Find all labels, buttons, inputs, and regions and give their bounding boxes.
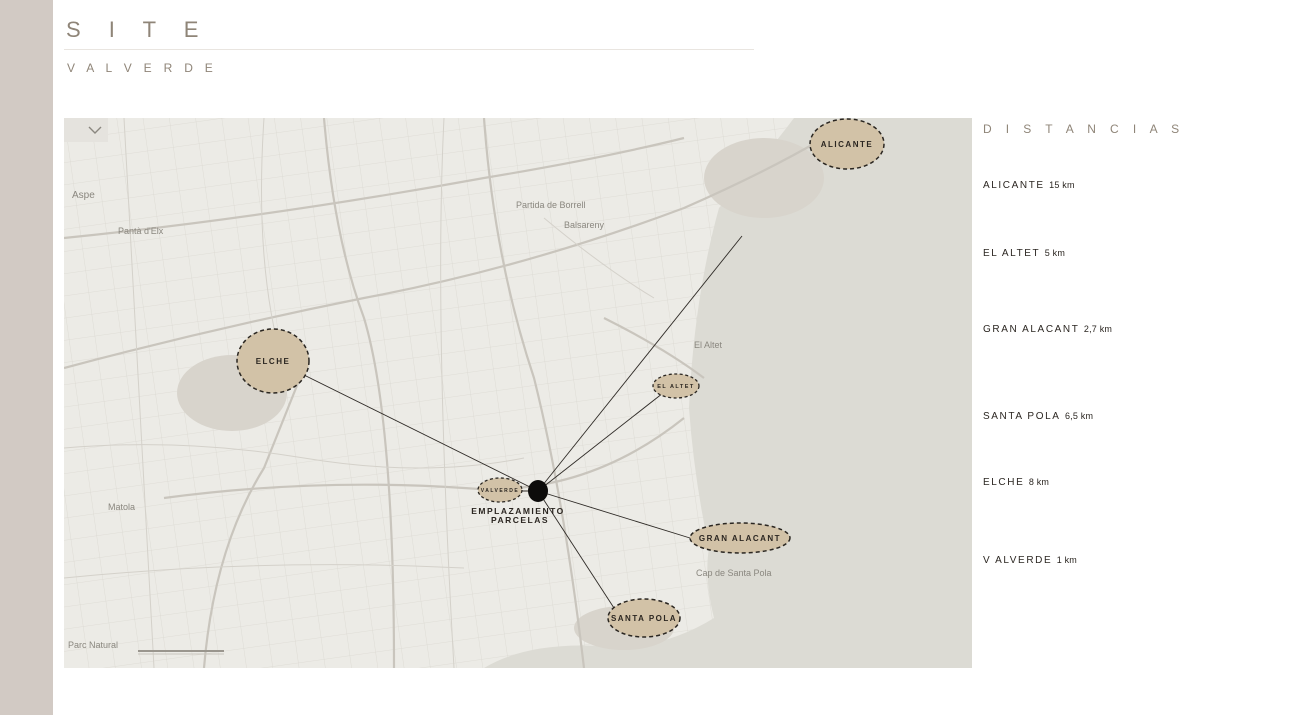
bubble-label-el-altet: EL ALTET: [657, 384, 695, 390]
place-label-cap-santa-pola: Cap de Santa Pola: [696, 568, 772, 578]
bubble-santa-pola[interactable]: SANTA POLA: [607, 598, 681, 638]
place-label-borrell: Partida de Borrell: [516, 200, 586, 210]
page-subtitle: V A L V E R D E: [67, 61, 218, 75]
distance-value: 15 km: [1049, 180, 1075, 190]
distances-panel: D I S T A N C I A S ALICANTE 15 km EL AL…: [983, 118, 1283, 618]
bubble-el-altet[interactable]: EL ALTET: [652, 373, 700, 399]
place-label-el-altet: El Altet: [694, 340, 723, 350]
distance-value: 2,7 km: [1083, 324, 1113, 334]
distance-value: 8 km: [1028, 477, 1050, 487]
distance-name: ALICANTE: [983, 180, 1045, 191]
distance-name: EL ALTET: [983, 248, 1041, 259]
bubble-alicante[interactable]: ALICANTE: [809, 118, 885, 170]
bubble-label-valverde: VALVERDE: [481, 488, 519, 494]
place-label-panta: Pantà d'Elx: [118, 226, 164, 236]
distances-title: D I S T A N C I A S: [983, 122, 1185, 136]
bubble-elche[interactable]: ELCHE: [236, 328, 310, 394]
distance-row-santa-pola: SANTA POLA 6,5 km: [983, 406, 1093, 424]
distance-value: 1 km: [1056, 555, 1078, 565]
bubble-gran-alacant[interactable]: GRAN ALACANT: [689, 522, 791, 554]
bubble-valverde[interactable]: VALVERDE: [477, 477, 523, 503]
bubble-label-santa-pola: SANTA POLA: [611, 614, 677, 623]
distance-row-valverde: V ALVERDE 1 km: [983, 550, 1077, 568]
site-marker[interactable]: [528, 480, 548, 502]
distance-value: 5 km: [1044, 248, 1066, 258]
bubble-label-alicante: ALICANTE: [821, 140, 873, 149]
distance-name: ELCHE: [983, 477, 1025, 488]
bubble-label-elche: ELCHE: [256, 357, 291, 366]
distance-row-el-altet: EL ALTET 5 km: [983, 243, 1065, 261]
bubble-label-gran-alacant: GRAN ALACANT: [699, 534, 781, 543]
title-divider: [64, 49, 754, 50]
distance-name: V ALVERDE: [983, 555, 1053, 566]
map-canvas: Aspe Pantà d'Elx Partida de Borrell Bals…: [64, 118, 972, 668]
place-label-parc-natural: Parc Natural: [68, 640, 118, 650]
alicante-urban-area: [704, 138, 824, 218]
site-map[interactable]: Aspe Pantà d'Elx Partida de Borrell Bals…: [64, 118, 972, 668]
distance-row-gran-alacant: GRAN ALACANT 2,7 km: [983, 319, 1112, 337]
site-label-line2: PARCELAS: [491, 515, 549, 525]
map-collapse-button[interactable]: [64, 118, 108, 142]
distance-row-elche: ELCHE 8 km: [983, 472, 1049, 490]
distance-name: SANTA POLA: [983, 411, 1061, 422]
distance-row-alicante: ALICANTE 15 km: [983, 175, 1075, 193]
distance-value: 6,5 km: [1064, 411, 1094, 421]
side-band: [0, 0, 53, 715]
distance-name: GRAN ALACANT: [983, 324, 1080, 335]
place-label-matola: Matola: [108, 502, 135, 512]
place-label-balsareny: Balsareny: [564, 220, 605, 230]
page-title: S I T E: [66, 17, 210, 42]
place-label-aspe: Aspe: [72, 190, 95, 201]
